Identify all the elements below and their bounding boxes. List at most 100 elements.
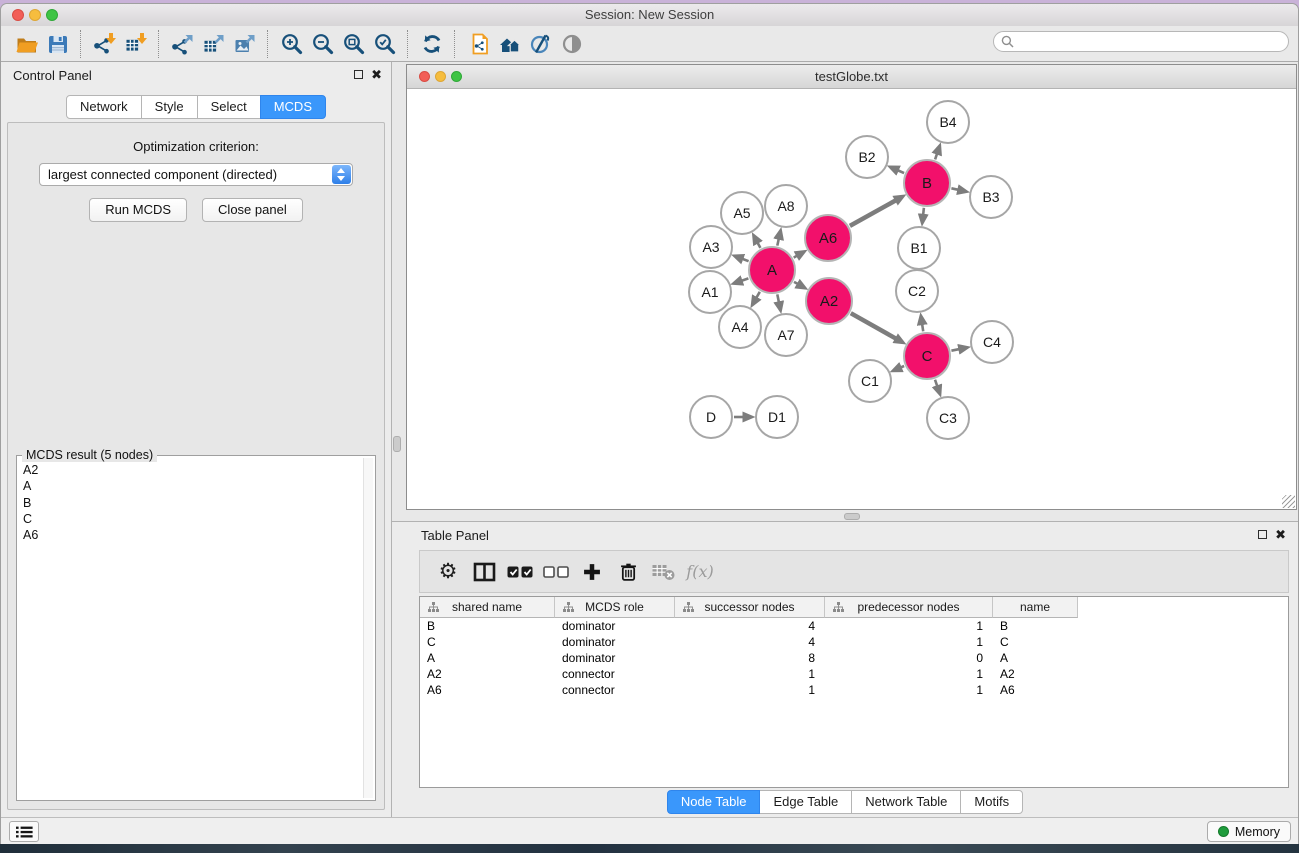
- run-mcds-button[interactable]: Run MCDS: [89, 198, 187, 222]
- save-session-icon[interactable]: [42, 29, 73, 59]
- table-row[interactable]: Adominator80A: [420, 650, 1288, 666]
- memory-button[interactable]: Memory: [1207, 821, 1291, 842]
- graph-edge-A-A4[interactable]: [757, 292, 760, 298]
- graph-edge-B-B2[interactable]: [898, 171, 904, 174]
- graph-node-A5[interactable]: A5: [721, 192, 763, 234]
- graph-node-C2[interactable]: C2: [896, 270, 938, 312]
- column-header-name[interactable]: name: [993, 597, 1078, 618]
- tab-mcds[interactable]: MCDS: [260, 95, 326, 119]
- graph-edge-A-A1[interactable]: [742, 278, 748, 280]
- close-panel-button[interactable]: Close panel: [202, 198, 303, 222]
- column-header-MCDS-role[interactable]: MCDS role: [555, 597, 675, 618]
- table-cell[interactable]: A: [420, 650, 555, 666]
- graph-edge-B-B4[interactable]: [935, 154, 937, 159]
- table-cell[interactable]: A: [993, 650, 1078, 666]
- tab-node-table[interactable]: Node Table: [667, 790, 761, 814]
- log-console-button[interactable]: [9, 821, 39, 842]
- table-cell[interactable]: B: [993, 618, 1078, 634]
- graph-edge-B-B3[interactable]: [951, 188, 957, 189]
- graph-node-B[interactable]: B: [904, 160, 950, 206]
- graph-node-D1[interactable]: D1: [756, 396, 798, 438]
- mcds-result-list[interactable]: A2ABCA6: [17, 459, 363, 798]
- column-header-shared-name[interactable]: shared name: [420, 597, 555, 618]
- table-cell[interactable]: 8: [675, 650, 825, 666]
- open-session-icon[interactable]: [11, 29, 42, 59]
- graph-edge-B-B1[interactable]: [923, 208, 924, 215]
- mcds-result-item[interactable]: A6: [23, 527, 363, 543]
- graph-node-A8[interactable]: A8: [765, 185, 807, 227]
- column-header-successor-nodes[interactable]: successor nodes: [675, 597, 825, 618]
- refresh-icon[interactable]: [416, 29, 447, 59]
- table-cell[interactable]: dominator: [555, 618, 675, 634]
- mcds-result-item[interactable]: C: [23, 511, 363, 527]
- new-network-from-selection-icon[interactable]: [463, 29, 494, 59]
- hide-selected-icon[interactable]: [525, 29, 556, 59]
- table-cell[interactable]: 1: [675, 666, 825, 682]
- desktop-vscrollbar-thumb[interactable]: [393, 436, 401, 452]
- graph-edge-A-A7[interactable]: [777, 294, 779, 301]
- graph-node-B4[interactable]: B4: [927, 101, 969, 143]
- mcds-result-item[interactable]: A: [23, 478, 363, 494]
- network-canvas[interactable]: A A1 A2 A3 A4 A5 A6 A7 A8 B B1 B2 B3 B4 …: [407, 88, 1296, 509]
- graph-edge-C-C3[interactable]: [935, 380, 937, 386]
- table-cell[interactable]: A2: [993, 666, 1078, 682]
- table-cell[interactable]: 1: [825, 682, 993, 698]
- float-panel-icon[interactable]: [354, 70, 363, 79]
- table-cell[interactable]: 0: [825, 650, 993, 666]
- table-settings-icon[interactable]: ⚙: [430, 557, 466, 587]
- show-all-icon[interactable]: [556, 29, 587, 59]
- table-cell[interactable]: connector: [555, 666, 675, 682]
- mcds-result-item[interactable]: A2: [23, 462, 363, 478]
- tab-network-table[interactable]: Network Table: [851, 790, 961, 814]
- graph-node-A3[interactable]: A3: [690, 226, 732, 268]
- mcds-result-item[interactable]: B: [23, 495, 363, 511]
- result-scrollbar[interactable]: [363, 458, 373, 798]
- zoom-out-icon[interactable]: [307, 29, 338, 59]
- criterion-dropdown[interactable]: largest connected component (directed): [39, 163, 353, 186]
- column-header-predecessor-nodes[interactable]: predecessor nodes: [825, 597, 993, 618]
- table-cell[interactable]: connector: [555, 682, 675, 698]
- search-input[interactable]: [1018, 34, 1272, 50]
- graph-edge-C-C1[interactable]: [901, 366, 904, 367]
- add-column-icon[interactable]: [574, 557, 610, 587]
- graph-node-B2[interactable]: B2: [846, 136, 888, 178]
- graph-edge-A-A6[interactable]: [794, 256, 797, 258]
- network-graph[interactable]: A A1 A2 A3 A4 A5 A6 A7 A8 B B1 B2 B3 B4 …: [407, 88, 1296, 508]
- graph-node-B3[interactable]: B3: [970, 176, 1012, 218]
- table-cell[interactable]: dominator: [555, 634, 675, 650]
- graph-node-A1[interactable]: A1: [689, 271, 731, 313]
- import-network-icon[interactable]: [89, 29, 120, 59]
- table-cell[interactable]: A6: [993, 682, 1078, 698]
- tab-select[interactable]: Select: [197, 95, 261, 119]
- delete-column-icon[interactable]: [610, 557, 646, 587]
- graph-node-C4[interactable]: C4: [971, 321, 1013, 363]
- graph-node-D[interactable]: D: [690, 396, 732, 438]
- tab-edge-table[interactable]: Edge Table: [759, 790, 852, 814]
- window-resize-grip[interactable]: [1282, 495, 1295, 508]
- deselect-all-columns-icon[interactable]: [538, 557, 574, 587]
- graph-edge-A-A8[interactable]: [777, 239, 778, 245]
- graph-edge-C-C2[interactable]: [922, 325, 923, 332]
- graph-edge-A-A5[interactable]: [758, 243, 761, 248]
- table-row[interactable]: Cdominator41C: [420, 634, 1288, 650]
- dropdown-stepper-icon[interactable]: [332, 165, 351, 184]
- import-table-icon[interactable]: [120, 29, 151, 59]
- first-neighbors-icon[interactable]: [494, 29, 525, 59]
- graph-node-C1[interactable]: C1: [849, 360, 891, 402]
- table-cell[interactable]: A2: [420, 666, 555, 682]
- table-cell[interactable]: C: [420, 634, 555, 650]
- graph-node-A7[interactable]: A7: [765, 314, 807, 356]
- table-cell[interactable]: A6: [420, 682, 555, 698]
- close-table-panel-icon[interactable]: ✖: [1275, 527, 1286, 542]
- table-cell[interactable]: 1: [825, 666, 993, 682]
- graph-node-B1[interactable]: B1: [898, 227, 940, 269]
- table-cell[interactable]: 1: [825, 634, 993, 650]
- float-table-panel-icon[interactable]: [1258, 530, 1267, 539]
- graph-edge-C-C4[interactable]: [951, 349, 958, 351]
- graph-node-A2[interactable]: A2: [806, 278, 852, 324]
- table-row[interactable]: A6connector11A6: [420, 682, 1288, 698]
- zoom-selected-icon[interactable]: [369, 29, 400, 59]
- graph-node-C3[interactable]: C3: [927, 397, 969, 439]
- zoom-fit-icon[interactable]: [338, 29, 369, 59]
- column-view-icon[interactable]: [466, 557, 502, 587]
